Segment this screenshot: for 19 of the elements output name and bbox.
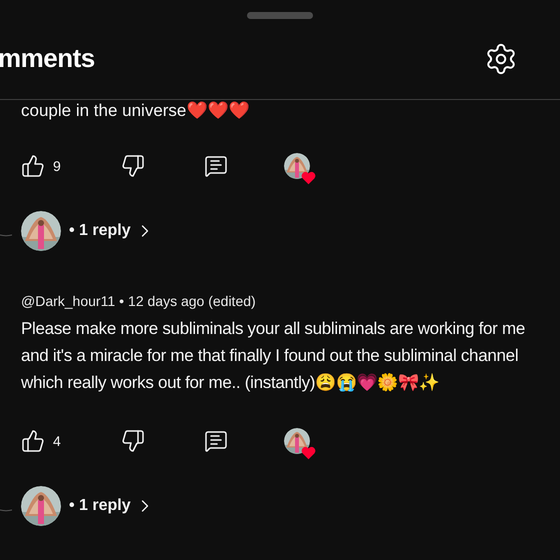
drag-handle[interactable] [247, 12, 313, 19]
thumbs-down-icon [121, 154, 145, 178]
replies-link[interactable]: • 1 reply [69, 494, 155, 518]
comment-icon [204, 154, 228, 178]
thumbs-down-icon [121, 429, 145, 453]
thumbs-up-icon [21, 154, 45, 178]
thread-line [0, 508, 12, 512]
comment-icon [204, 429, 228, 453]
comment-time: 12 days ago (edited) [128, 292, 256, 311]
like-button[interactable]: 9 [21, 154, 121, 178]
comment-text: couple in the universe❤❤❤ [20, 101, 250, 121]
replies-link[interactable]: • 1 reply [69, 219, 155, 243]
like-button[interactable]: 4 [21, 429, 121, 453]
panel-title: mments [0, 42, 95, 75]
separator-dot: • [119, 292, 124, 311]
thread-line [0, 234, 12, 236]
thumbs-up-icon [21, 429, 45, 453]
comment-author[interactable]: @Dark_hour11 [21, 291, 116, 311]
comment-text: Please make more subliminals your all subliminals are working for me and it's a miracle for me that finally I found out the subliminal channel which really works out for me.. (instantly)😩😭💗🌼🎀✨ [20, 318, 526, 394]
